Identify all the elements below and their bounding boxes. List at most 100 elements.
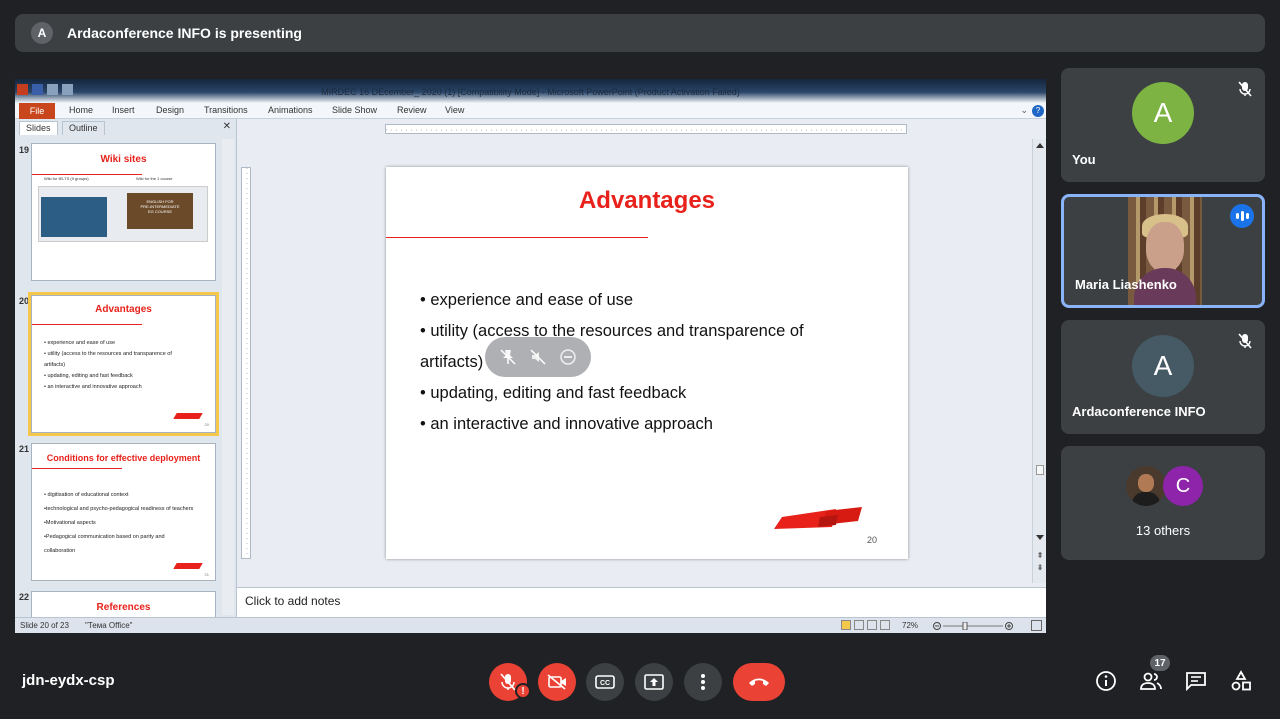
slide-page-number: 20 bbox=[867, 535, 878, 545]
slide-number: 20 bbox=[19, 296, 30, 306]
thumb-body: • digitisation of educational context •t… bbox=[44, 492, 194, 554]
participant-avatar: A bbox=[1132, 335, 1194, 397]
bullet-item: • experience and ease of use bbox=[420, 291, 634, 309]
tab-view[interactable]: View bbox=[445, 105, 464, 115]
participants-button[interactable] bbox=[1138, 668, 1164, 694]
participant-avatar: C bbox=[1163, 466, 1203, 506]
slide-sorter-icon[interactable] bbox=[854, 620, 864, 630]
slideshow-view-icon[interactable] bbox=[880, 620, 890, 630]
fit-to-window-icon[interactable] bbox=[1031, 620, 1042, 631]
thumb-body: • experience and ease of use • utility (… bbox=[44, 340, 172, 390]
participant-tile-you[interactable]: A You bbox=[1061, 68, 1265, 182]
help-icon[interactable]: ? bbox=[1032, 105, 1044, 117]
slide-thumbnail[interactable]: Conditions for effective deployment • di… bbox=[31, 443, 216, 581]
tab-design[interactable]: Design bbox=[156, 105, 184, 115]
meeting-details-button[interactable] bbox=[1093, 668, 1119, 694]
presenting-banner: A Ardaconference INFO is presenting bbox=[15, 14, 1265, 52]
people-icon bbox=[1140, 672, 1162, 690]
bullet-item: • utility (access to the resources and t… bbox=[420, 322, 804, 371]
meeting-code: jdn-eydx-csp bbox=[22, 672, 115, 689]
present-screen-icon bbox=[644, 674, 664, 690]
ppt-status-bar: Slide 20 of 23 "Тема Office" 72% bbox=[15, 617, 1046, 633]
thumb-screenshot: ENGLISH FOR PRE-INTERMEDIATE EG COURSE bbox=[38, 186, 208, 242]
slide-title: Advantages bbox=[578, 187, 716, 214]
title-divider bbox=[386, 237, 648, 238]
thumb-page-number: 20 bbox=[204, 422, 209, 427]
slides-panel: Slides Outline ✕ 19 Wiki sites Wiki for … bbox=[15, 119, 237, 617]
thumb-title: References bbox=[96, 602, 151, 613]
svg-text:CC: CC bbox=[600, 680, 610, 687]
tab-slide-show[interactable]: Slide Show bbox=[332, 105, 377, 115]
slide-thumbnail-selected[interactable]: Advantages • experience and ease of use … bbox=[28, 292, 219, 436]
speaking-indicator-icon bbox=[1230, 204, 1254, 228]
notes-pane[interactable]: Click to add notes bbox=[237, 587, 1046, 617]
presenting-text: Ardaconference INFO is presenting bbox=[67, 25, 302, 41]
tab-file[interactable]: File bbox=[19, 103, 55, 119]
participant-count-badge: 17 bbox=[1150, 655, 1170, 671]
normal-view-icon[interactable] bbox=[841, 620, 851, 630]
slide-bullets: • experience and ease of use • utility (… bbox=[420, 285, 850, 440]
scroll-thumb[interactable] bbox=[1036, 465, 1044, 475]
slide-number: 22 bbox=[19, 592, 30, 602]
pin-off-icon[interactable] bbox=[498, 347, 518, 367]
slide-number: 19 bbox=[19, 145, 30, 155]
camera-off-icon bbox=[547, 674, 566, 690]
prev-slide-icon[interactable]: ⇞ bbox=[1036, 551, 1044, 561]
mute-audio-icon[interactable] bbox=[528, 347, 548, 367]
current-slide[interactable]: Advantages • experience and ease of use … bbox=[386, 167, 908, 559]
participant-tile-others[interactable]: C 13 others bbox=[1061, 446, 1265, 560]
thumb-caption: Wiki for IELTS (9 groups) bbox=[44, 176, 89, 181]
remove-icon[interactable] bbox=[558, 347, 578, 367]
presentation-stage[interactable]: MIRDEC 16 DEcember_ 2020 (1) [Compatibil… bbox=[15, 79, 1046, 633]
tab-animations[interactable]: Animations bbox=[268, 105, 313, 115]
participant-name: You bbox=[1072, 152, 1096, 167]
tab-review[interactable]: Review bbox=[397, 105, 427, 115]
scroll-up-icon[interactable] bbox=[1036, 143, 1044, 148]
slide-counter: Slide 20 of 23 bbox=[20, 621, 69, 630]
mic-off-icon bbox=[1234, 330, 1256, 352]
ppt-title-bar: MIRDEC 16 DEcember_ 2020 (1) [Compatibil… bbox=[15, 79, 1046, 103]
thumb-title: Wiki sites bbox=[100, 154, 147, 165]
participant-name: Ardaconference INFO bbox=[1072, 404, 1206, 419]
slides-panel-scrollbar[interactable] bbox=[222, 139, 234, 615]
participant-tile-speaking[interactable]: Maria Liashenko bbox=[1061, 194, 1265, 308]
more-options-button[interactable] bbox=[684, 663, 722, 701]
tab-transitions[interactable]: Transitions bbox=[204, 105, 248, 115]
tab-home[interactable]: Home bbox=[69, 105, 93, 115]
vertical-ruler bbox=[241, 167, 251, 560]
tab-slides[interactable]: Slides bbox=[19, 121, 58, 135]
tab-insert[interactable]: Insert bbox=[112, 105, 135, 115]
thumb-title: Advantages bbox=[95, 304, 152, 315]
minimize-ribbon-icon[interactable]: ⌄ bbox=[1020, 105, 1028, 116]
info-icon bbox=[1096, 671, 1116, 691]
thumb-page-number: 21 bbox=[204, 572, 209, 577]
leave-call-button[interactable] bbox=[733, 663, 785, 701]
bullet-item: • updating, editing and fast feedback bbox=[420, 384, 687, 402]
participant-name: Maria Liashenko bbox=[1075, 277, 1177, 292]
presentation-hover-controls bbox=[485, 337, 591, 377]
next-slide-icon[interactable]: ⇟ bbox=[1036, 563, 1044, 573]
slide-thumbnail[interactable]: Wiki sites Wiki for IELTS (9 groups) Wik… bbox=[31, 143, 216, 281]
closed-captions-icon: CC bbox=[595, 675, 615, 689]
slide-logo bbox=[774, 507, 862, 529]
toggle-camera-button[interactable] bbox=[538, 663, 576, 701]
present-now-button[interactable] bbox=[635, 663, 673, 701]
thumb-caption: Wiki for the 1 course bbox=[136, 176, 173, 181]
slide-thumbnail[interactable]: References bbox=[31, 591, 216, 617]
close-panel-icon[interactable]: ✕ bbox=[223, 121, 231, 132]
chat-button[interactable] bbox=[1183, 668, 1209, 694]
participant-photo-avatar bbox=[1126, 466, 1166, 506]
reading-view-icon[interactable] bbox=[867, 620, 877, 630]
ppt-window-title: MIRDEC 16 DEcember_ 2020 (1) [Compatibil… bbox=[321, 87, 740, 97]
captions-button[interactable]: CC bbox=[586, 663, 624, 701]
tab-outline[interactable]: Outline bbox=[62, 121, 105, 135]
slide-scrollbar[interactable]: ⇞ ⇟ bbox=[1032, 139, 1046, 583]
presenter-avatar: A bbox=[31, 22, 53, 44]
participant-tile-presenter[interactable]: A Ardaconference INFO bbox=[1061, 320, 1265, 434]
activities-button[interactable] bbox=[1228, 668, 1254, 694]
ribbon-tabs: File Home Insert Design Transitions Anim… bbox=[15, 103, 1046, 119]
zoom-level: 72% bbox=[902, 621, 919, 630]
zoom-slider[interactable] bbox=[933, 622, 1013, 630]
view-buttons bbox=[841, 620, 890, 630]
scroll-down-icon[interactable] bbox=[1036, 535, 1044, 540]
